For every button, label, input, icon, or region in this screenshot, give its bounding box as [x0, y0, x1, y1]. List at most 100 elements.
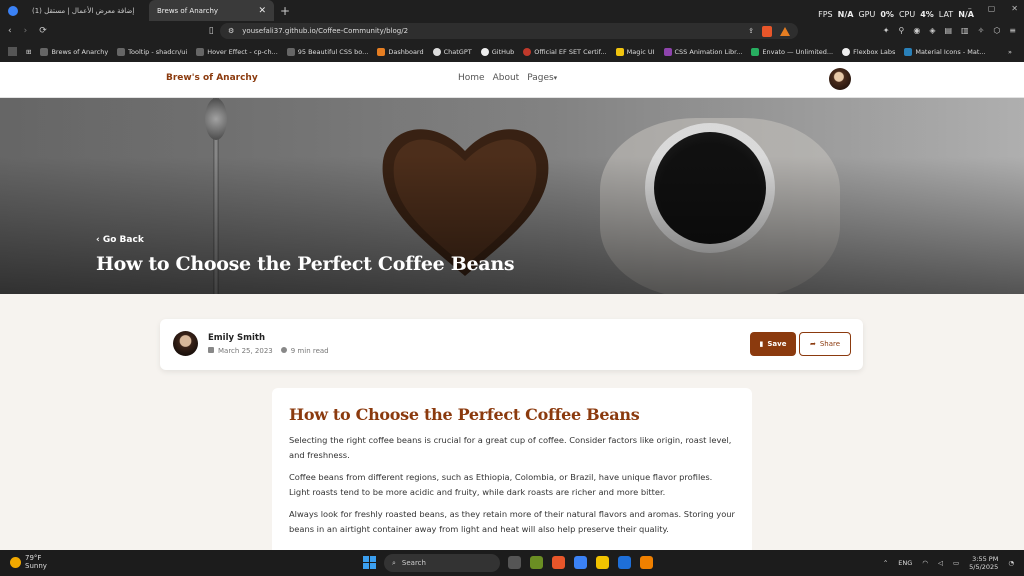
bookmark-label: Hover Effect - cp-ch... [207, 47, 278, 56]
store-icon[interactable] [574, 556, 587, 569]
tab-label: Brews of Anarchy [157, 6, 219, 15]
favicon-icon [751, 47, 760, 56]
bookmark-label: Brews of Anarchy [51, 47, 109, 56]
bookmark-item[interactable]: Official EF SET Certif... [523, 47, 607, 56]
menu-icon[interactable]: ≡ [1009, 26, 1016, 35]
close-tab-icon[interactable]: ✕ [258, 6, 266, 16]
go-back-label: Go Back [102, 235, 144, 245]
chevron-up-icon[interactable]: ⌃ [883, 559, 888, 567]
bookmark-item[interactable]: 95 Beautiful CSS bo... [286, 47, 369, 56]
bookmark-item[interactable]: CSS Animation Libr... [663, 47, 742, 56]
new-tab-button[interactable]: + [280, 4, 290, 18]
chevron-left-icon: ‹ [96, 235, 103, 245]
app-icon[interactable] [530, 556, 543, 569]
extension-icon[interactable]: ◉ [913, 26, 920, 35]
brave-icon[interactable] [552, 556, 565, 569]
file-explorer-icon[interactable] [596, 556, 609, 569]
favicon-icon [663, 47, 672, 56]
article-body: How to Choose the Perfect Coffee Beans S… [272, 388, 752, 550]
forward-icon[interactable]: › [24, 26, 28, 36]
time: 3:55 PM [972, 555, 999, 563]
notification-icon[interactable]: ◔ [1008, 559, 1014, 567]
more-bookmarks-icon[interactable]: » [1008, 48, 1012, 56]
bookmark-item[interactable]: ChatGPT [432, 47, 472, 56]
start-button[interactable] [363, 556, 376, 569]
wallet-icon[interactable]: ▤ [944, 26, 952, 35]
back-icon[interactable]: ‹ [8, 26, 12, 36]
close-window-icon[interactable]: ✕ [1011, 4, 1018, 13]
clock[interactable]: 3:55 PM 5/5/2025 [969, 555, 998, 571]
leo-icon[interactable]: ✧ [978, 26, 985, 35]
favicon-icon [842, 47, 851, 56]
bookmark-item[interactable]: Hover Effect - cp-ch... [196, 47, 278, 56]
vpn-icon[interactable]: ⬡ [993, 26, 1000, 35]
vlc-icon[interactable] [640, 556, 653, 569]
bookmark-item[interactable]: GitHub [480, 47, 514, 56]
task-view-icon[interactable] [508, 556, 521, 569]
tab-mostaql[interactable]: (1) إضافة معرض الأعمال | مستقل [24, 0, 149, 21]
bookmark-item[interactable]: Flexbox Labs [842, 47, 895, 56]
bookmark-item[interactable]: Dashboard [377, 47, 424, 56]
share-button[interactable]: ➦ Share [799, 332, 851, 356]
weather-widget[interactable]: 79°F Sunny [10, 554, 47, 570]
nav-home[interactable]: Home [458, 73, 485, 83]
window-controls: – ▢ ✕ [968, 4, 1018, 13]
favicon-icon [117, 47, 126, 56]
brave-shields-icon[interactable] [762, 25, 772, 37]
hero-banner: ‹ Go Back How to Choose the Perfect Coff… [0, 98, 1024, 294]
extension-icon[interactable]: ◈ [929, 26, 935, 35]
bookmark-item[interactable]: Material Icons - Mat... [904, 47, 986, 56]
nav-links: Home About Pages▾ [458, 73, 557, 83]
favicon-icon [615, 47, 624, 56]
weather-temp: 79°F [25, 554, 42, 562]
bookmark-label: 95 Beautiful CSS bo... [297, 47, 369, 56]
bookmark-item[interactable]: Brews of Anarchy [40, 47, 109, 56]
bookmark-item[interactable]: Envato — Unlimited... [751, 47, 833, 56]
wifi-icon[interactable]: ◠ [922, 559, 928, 567]
tab-brews-of-anarchy[interactable]: Brews of Anarchy ✕ [149, 0, 274, 21]
cpu-value: 4% [920, 10, 934, 19]
apps-icon[interactable] [8, 47, 17, 56]
maximize-icon[interactable]: ▢ [988, 4, 996, 13]
battery-icon[interactable]: ▭ [953, 559, 959, 567]
site-brand[interactable]: Brew's of Anarchy [166, 73, 258, 83]
address-bar[interactable]: ⚙ yousefali37.github.io/Coffee-Community… [220, 23, 798, 39]
weather-condition: Sunny [25, 562, 47, 570]
favicon-icon [523, 47, 532, 56]
tab-label: (1) إضافة معرض الأعمال | مستقل [32, 6, 135, 15]
lat-label: LAT [938, 10, 954, 19]
puzzle-icon[interactable]: ⚲ [898, 26, 904, 35]
outlook-icon[interactable] [618, 556, 631, 569]
taskbar-search[interactable]: ⌕ Search [384, 554, 500, 572]
language-indicator[interactable]: ENG [898, 559, 912, 567]
favicon-icon [286, 47, 295, 56]
share-page-icon[interactable]: ⇪ [748, 27, 754, 35]
user-avatar[interactable] [829, 68, 851, 90]
go-back-link[interactable]: ‹ Go Back [96, 235, 144, 245]
bookmark-label: Material Icons - Mat... [915, 47, 986, 56]
save-button[interactable]: ▮ Save [750, 332, 796, 356]
brave-rewards-icon[interactable] [780, 26, 790, 36]
nav-pages[interactable]: Pages▾ [527, 73, 557, 83]
extension-icon[interactable]: ✦ [883, 26, 890, 35]
reload-icon[interactable]: ⟳ [39, 26, 47, 36]
bookmark-icon[interactable]: ▯ [209, 26, 214, 36]
minimize-icon[interactable]: – [968, 4, 972, 13]
site-navbar: Brew's of Anarchy Home About Pages▾ [0, 62, 1024, 98]
grid-icon[interactable]: ⊞ [26, 48, 31, 56]
favicon-icon [196, 47, 205, 56]
bookmark-item[interactable]: Tooltip - shadcn/ui [117, 47, 187, 56]
volume-icon[interactable]: ◁ [938, 559, 943, 567]
article-paragraph: Selecting the right coffee beans is cruc… [289, 435, 732, 460]
performance-overlay: FPS N/A GPU 0% CPU 4% LAT N/A [818, 10, 974, 19]
pinned-apps [508, 556, 653, 569]
extensions-area: ✦ ⚲ ◉ ◈ ▤ ▥ ✧ ⬡ ≡ [883, 26, 1016, 35]
bookmark-item[interactable]: Magic UI [615, 47, 655, 56]
chevron-down-icon: ▾ [553, 74, 558, 82]
nav-about[interactable]: About [493, 73, 520, 83]
system-tray: ⌃ ENG ◠ ◁ ▭ 3:55 PM 5/5/2025 ◔ [883, 555, 1014, 571]
github-icon [480, 47, 489, 56]
site-info-icon[interactable]: ⚙ [228, 27, 234, 35]
favicon-icon [377, 47, 386, 56]
sidebar-icon[interactable]: ▥ [961, 26, 969, 35]
